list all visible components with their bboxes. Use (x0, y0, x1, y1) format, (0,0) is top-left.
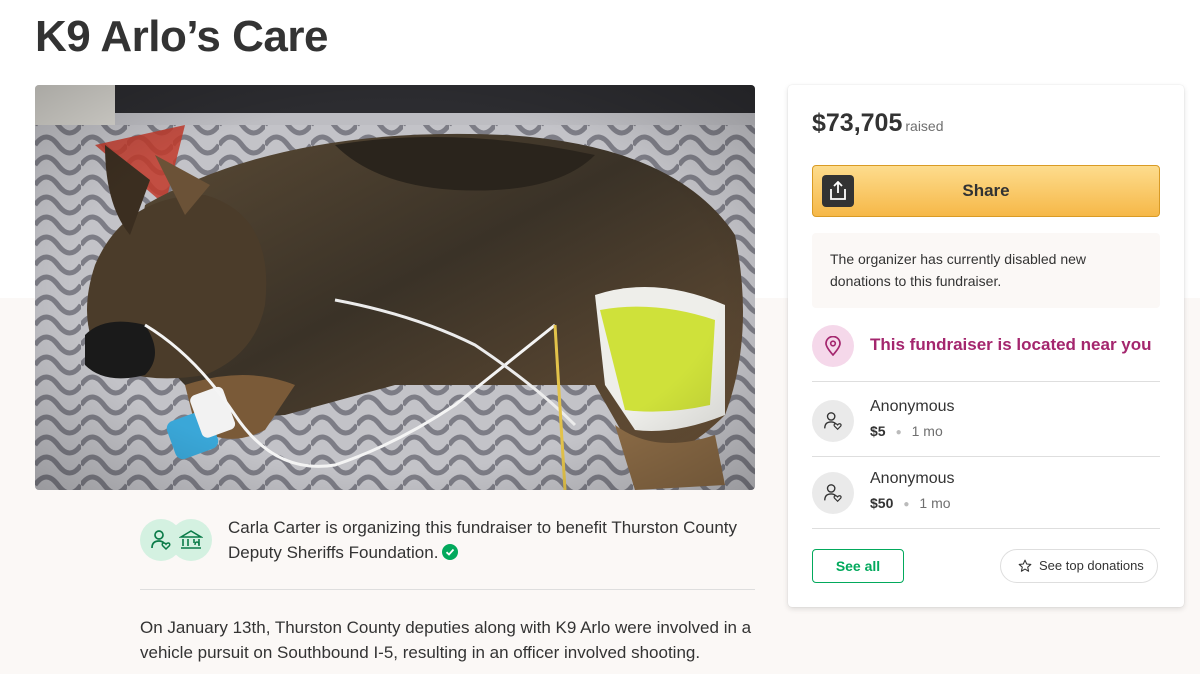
organizer-description: Carla Carter is organizing this fundrais… (228, 515, 748, 565)
separator-dot: ● (903, 499, 910, 510)
donations-disabled-notice: The organizer has currently disabled new… (812, 233, 1160, 308)
raised-label: raised (905, 118, 944, 134)
section-divider (140, 589, 755, 590)
beneficiary-avatar[interactable] (170, 519, 212, 561)
dog-photo-illustration (35, 85, 755, 490)
person-heart-icon (824, 412, 842, 431)
donor-name: Anonymous (870, 398, 955, 415)
see-top-donations-label: See top donations (1039, 558, 1144, 573)
donor-name: Anonymous (870, 470, 955, 487)
card-divider (812, 381, 1160, 382)
donation-item: Anonymous $5 ● 1 mo (812, 398, 1160, 458)
star-icon (1018, 559, 1032, 572)
organizer-avatars (140, 519, 212, 561)
donation-item: Anonymous $50 ● 1 mo (812, 470, 1160, 530)
donation-amount: $5 (870, 423, 886, 439)
organizer-text: Carla Carter is organizing this fundrais… (228, 518, 737, 562)
person-heart-icon (824, 484, 842, 503)
verified-check-icon (442, 544, 459, 560)
donation-meta: $5 ● 1 mo (870, 423, 943, 439)
location-pin-icon (812, 325, 854, 367)
location-banner: This fundraiser is located near you (812, 325, 1160, 367)
card-divider (812, 456, 1160, 457)
donor-avatar (812, 400, 854, 442)
raised-amount: $73,705 (812, 109, 903, 137)
donor-avatar (812, 472, 854, 514)
see-all-button[interactable]: See all (812, 549, 904, 583)
page-title: K9 Arlo’s Care (35, 12, 328, 61)
location-text: This fundraiser is located near you (870, 335, 1152, 354)
share-button-label: Share (962, 181, 1010, 200)
share-button[interactable]: Share (812, 165, 1160, 217)
fundraiser-hero-image[interactable] (35, 85, 755, 490)
donation-meta: $50 ● 1 mo (870, 495, 951, 511)
card-divider (812, 528, 1160, 529)
separator-dot: ● (895, 427, 902, 438)
donation-time: 1 mo (911, 423, 943, 439)
see-top-donations-button[interactable]: See top donations (1000, 549, 1158, 583)
donation-time: 1 mo (919, 495, 951, 511)
amount-raised: $73,705 raised (812, 109, 944, 138)
organization-building-icon (179, 530, 203, 549)
story-text: On January 13th, Thurston County deputie… (140, 618, 752, 662)
donation-sidebar-card: $73,705 raised Share The organizer has cu… (788, 85, 1184, 607)
donation-amount: $50 (870, 495, 894, 511)
